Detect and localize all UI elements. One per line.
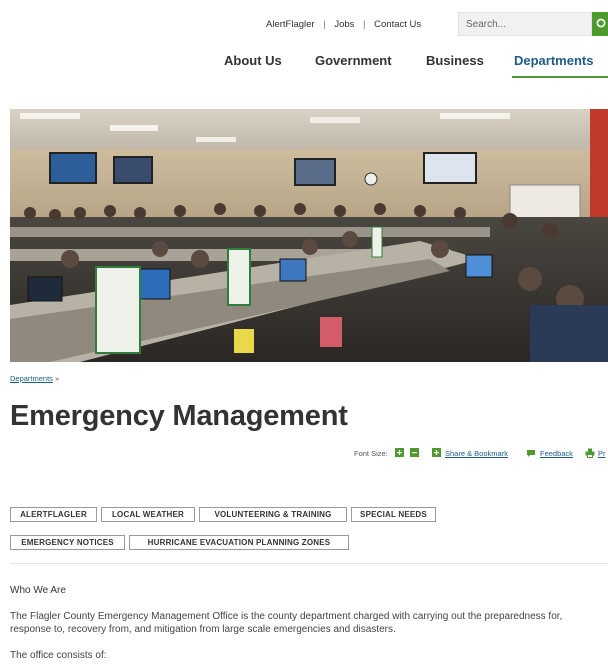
search-input[interactable] bbox=[459, 13, 586, 35]
nav-business[interactable]: Business bbox=[426, 53, 484, 68]
intro-paragraph: The Flagler County Emergency Management … bbox=[10, 611, 563, 635]
utility-separator: | bbox=[363, 19, 366, 30]
active-nav-indicator bbox=[512, 76, 608, 78]
utility-links: AlertFlagler | Jobs | Contact Us bbox=[266, 19, 421, 30]
tab-alertflagler[interactable]: ALERTFLAGLER bbox=[10, 507, 97, 522]
nav-about-us[interactable]: About Us bbox=[224, 53, 282, 68]
tab-volunteering-training[interactable]: VOLUNTEERING & TRAINING bbox=[199, 507, 347, 522]
font-decrease-button[interactable] bbox=[410, 448, 419, 457]
search-button[interactable] bbox=[592, 12, 608, 36]
share-bookmark-link[interactable]: Share & Bookmark bbox=[445, 449, 508, 458]
search-box bbox=[458, 12, 592, 36]
main-nav: About Us Government Business Departments bbox=[0, 53, 608, 78]
share-button[interactable] bbox=[432, 448, 441, 457]
tab-special-needs[interactable]: SPECIAL NEEDS bbox=[351, 507, 436, 522]
feedback-icon bbox=[527, 450, 535, 457]
office-consists-text: The office consists of: bbox=[10, 650, 107, 661]
breadcrumb: Departments» bbox=[10, 374, 59, 383]
tab-hurricane-evacuation-zones[interactable]: HURRICANE EVACUATION PLANNING ZONES bbox=[129, 535, 349, 550]
nav-government[interactable]: Government bbox=[315, 53, 392, 68]
minus-icon bbox=[412, 452, 417, 454]
tab-emergency-notices[interactable]: EMERGENCY NOTICES bbox=[10, 535, 125, 550]
page-title: Emergency Management bbox=[10, 400, 348, 432]
hero-image bbox=[10, 109, 608, 362]
utility-bar: AlertFlagler | Jobs | Contact Us bbox=[0, 12, 608, 38]
alertflagler-link[interactable]: AlertFlagler bbox=[266, 19, 315, 30]
jobs-link[interactable]: Jobs bbox=[334, 19, 354, 30]
nav-departments[interactable]: Departments bbox=[514, 53, 593, 68]
search-icon bbox=[596, 18, 606, 28]
font-size-label: Font Size: bbox=[354, 449, 388, 458]
feedback-link[interactable]: Feedback bbox=[540, 449, 573, 458]
font-increase-button[interactable] bbox=[395, 448, 404, 457]
eoc-photo bbox=[10, 109, 608, 362]
contact-us-link[interactable]: Contact Us bbox=[374, 19, 421, 30]
print-link[interactable]: Pr bbox=[598, 449, 606, 458]
section-divider bbox=[10, 563, 608, 564]
utility-separator: | bbox=[323, 19, 326, 30]
tab-local-weather[interactable]: LOCAL WEATHER bbox=[101, 507, 195, 522]
plus-icon bbox=[397, 450, 402, 455]
print-icon bbox=[585, 448, 595, 458]
breadcrumb-chevron: » bbox=[54, 374, 60, 383]
share-icon bbox=[434, 450, 439, 455]
who-we-are-heading: Who We Are bbox=[10, 585, 66, 596]
breadcrumb-departments-link[interactable]: Departments bbox=[10, 374, 53, 383]
